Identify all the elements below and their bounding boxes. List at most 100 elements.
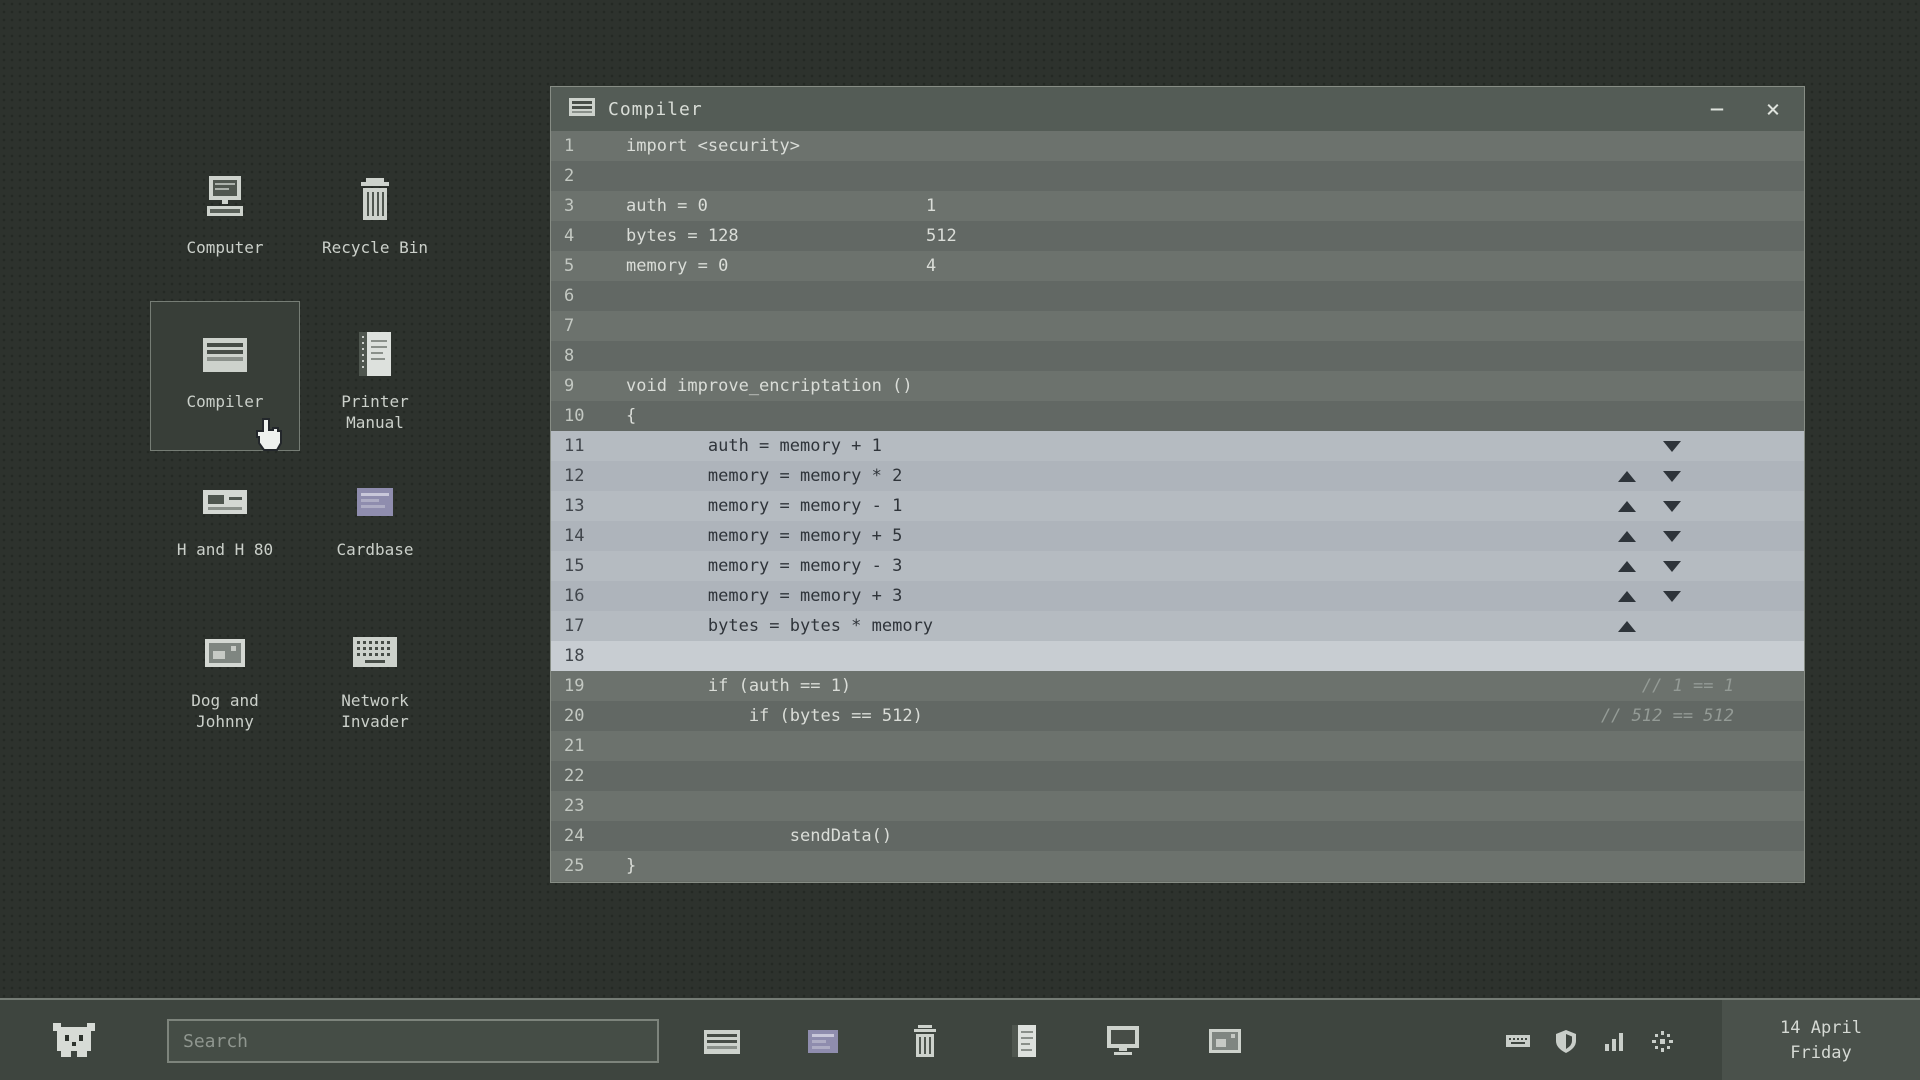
code-line-movable[interactable]: 12 memory = memory * 2	[551, 461, 1804, 491]
code-line-movable[interactable]: 13 memory = memory - 1	[551, 491, 1804, 521]
inline-comment: // 1 == 1	[1642, 676, 1734, 696]
code-line[interactable]: 25}	[551, 851, 1804, 881]
taskbar-notebook-icon[interactable]	[1000, 1017, 1048, 1065]
move-down-icon[interactable]	[1663, 501, 1681, 512]
taskbar-monitor-icon[interactable]	[1099, 1017, 1147, 1065]
taskbar-picture-icon[interactable]	[1201, 1017, 1249, 1065]
code-text: memory = memory + 5	[626, 526, 902, 546]
line-number: 24	[551, 826, 601, 846]
code-line[interactable]: 7	[551, 311, 1804, 341]
start-button[interactable]	[48, 1018, 100, 1064]
code-line[interactable]: 10{	[551, 401, 1804, 431]
desktop-icon-recycle-bin[interactable]: Recycle Bin	[300, 172, 450, 258]
desktop-icon-label: Recycle Bin	[300, 237, 450, 258]
move-up-icon[interactable]	[1618, 501, 1636, 512]
code-line[interactable]: 24 sendData()	[551, 821, 1804, 851]
code-text: bytes = 128	[626, 226, 739, 246]
code-text: memory = memory - 1	[626, 496, 902, 516]
burst-icon[interactable]	[1648, 1027, 1676, 1055]
cardbase-icon	[300, 474, 450, 530]
taskbar-compiler-icon[interactable]	[698, 1017, 746, 1065]
code-text: memory = memory - 3	[626, 556, 902, 576]
inline-comment: // 512 == 512	[1601, 706, 1734, 726]
move-up-icon[interactable]	[1618, 471, 1636, 482]
line-number: 13	[551, 496, 601, 516]
desktop-icon-dog-and-johnny[interactable]: Dog and Johnny	[150, 625, 300, 732]
recycle-bin-icon	[300, 172, 450, 228]
move-down-icon[interactable]	[1663, 471, 1681, 482]
code-line[interactable]: 9void improve_encriptation ()	[551, 371, 1804, 401]
code-line[interactable]: 2	[551, 161, 1804, 191]
move-down-icon[interactable]	[1663, 441, 1681, 452]
move-down-icon[interactable]	[1663, 561, 1681, 572]
line-number: 9	[551, 376, 601, 396]
shield-icon[interactable]	[1552, 1027, 1580, 1055]
compiler-window: Compiler − × 1import <security> 2 3auth …	[550, 86, 1805, 883]
line-number: 17	[551, 616, 601, 636]
code-text: memory = 0	[626, 256, 728, 276]
code-line[interactable]: 21	[551, 731, 1804, 761]
day-line: Friday	[1790, 1043, 1851, 1063]
taskbar-trash-icon[interactable]	[901, 1017, 949, 1065]
desktop-icon-label: Network Invader	[300, 690, 450, 732]
desktop-icon-h-and-h-80[interactable]: H and H 80	[150, 474, 300, 560]
desktop-icon-label: Cardbase	[300, 539, 450, 560]
code-line-movable[interactable]: 17 bytes = bytes * memory	[551, 611, 1804, 641]
runtime-value: 1	[926, 196, 936, 216]
taskbar: 14 April Friday	[0, 998, 1920, 1080]
move-up-icon[interactable]	[1618, 591, 1636, 602]
code-line[interactable]: 4bytes = 128512	[551, 221, 1804, 251]
search-input[interactable]	[167, 1019, 659, 1063]
code-text: import <security>	[626, 136, 800, 156]
taskbar-cardbase-icon[interactable]	[799, 1017, 847, 1065]
window-title: Compiler	[608, 99, 703, 120]
computer-icon	[150, 172, 300, 228]
code-line[interactable]: 3auth = 01	[551, 191, 1804, 221]
line-number: 20	[551, 706, 601, 726]
minimize-button[interactable]: −	[1704, 97, 1730, 121]
code-line[interactable]: 6	[551, 281, 1804, 311]
line-number: 7	[551, 316, 601, 336]
line-number: 2	[551, 166, 601, 186]
runtime-value: 512	[926, 226, 957, 246]
code-line[interactable]: 1import <security>	[551, 131, 1804, 161]
code-text: sendData()	[626, 826, 892, 846]
move-up-icon[interactable]	[1618, 561, 1636, 572]
runtime-value: 4	[926, 256, 936, 276]
line-number: 11	[551, 436, 601, 456]
move-down-icon[interactable]	[1663, 591, 1681, 602]
dog-logo-icon	[51, 1021, 97, 1061]
desktop-icon-computer[interactable]: Computer	[150, 172, 300, 258]
desktop-icon-cardbase[interactable]: Cardbase	[300, 474, 450, 560]
code-line[interactable]: 19 if (auth == 1)// 1 == 1	[551, 671, 1804, 701]
line-number: 12	[551, 466, 601, 486]
move-down-icon[interactable]	[1663, 531, 1681, 542]
move-up-icon[interactable]	[1618, 531, 1636, 542]
code-line-movable[interactable]: 16 memory = memory + 3	[551, 581, 1804, 611]
close-button[interactable]: ×	[1760, 97, 1786, 121]
desktop-icon-network-invader[interactable]: Network Invader	[300, 625, 450, 732]
code-line-movable[interactable]: 15 memory = memory - 3	[551, 551, 1804, 581]
desktop-icon-printer-manual[interactable]: Printer Manual	[300, 326, 450, 433]
h-and-h-80-icon	[150, 474, 300, 530]
code-line[interactable]: 23	[551, 791, 1804, 821]
desktop-icon-compiler[interactable]: Compiler	[150, 301, 300, 451]
code-line[interactable]: 22	[551, 761, 1804, 791]
clock-date: 14 April Friday	[1722, 1000, 1920, 1080]
code-line-movable[interactable]: 11 auth = memory + 1	[551, 431, 1804, 461]
keyboard-icon[interactable]	[1504, 1027, 1532, 1055]
code-line[interactable]: 5memory = 04	[551, 251, 1804, 281]
signal-chart-icon[interactable]	[1600, 1027, 1628, 1055]
code-line[interactable]: 18	[551, 641, 1804, 671]
code-line[interactable]: 20 if (bytes == 512) // 512 == 512	[551, 701, 1804, 731]
code-line[interactable]: 8	[551, 341, 1804, 371]
line-number: 3	[551, 196, 601, 216]
code-line-movable[interactable]: 14 memory = memory + 5	[551, 521, 1804, 551]
line-number: 14	[551, 526, 601, 546]
window-title-icon	[569, 98, 595, 120]
printer-manual-icon	[300, 326, 450, 382]
move-up-icon[interactable]	[1618, 621, 1636, 632]
code-text: if (bytes == 512)	[626, 706, 923, 726]
window-titlebar[interactable]: Compiler − ×	[551, 87, 1804, 131]
desktop-icon-label: Computer	[150, 237, 300, 258]
